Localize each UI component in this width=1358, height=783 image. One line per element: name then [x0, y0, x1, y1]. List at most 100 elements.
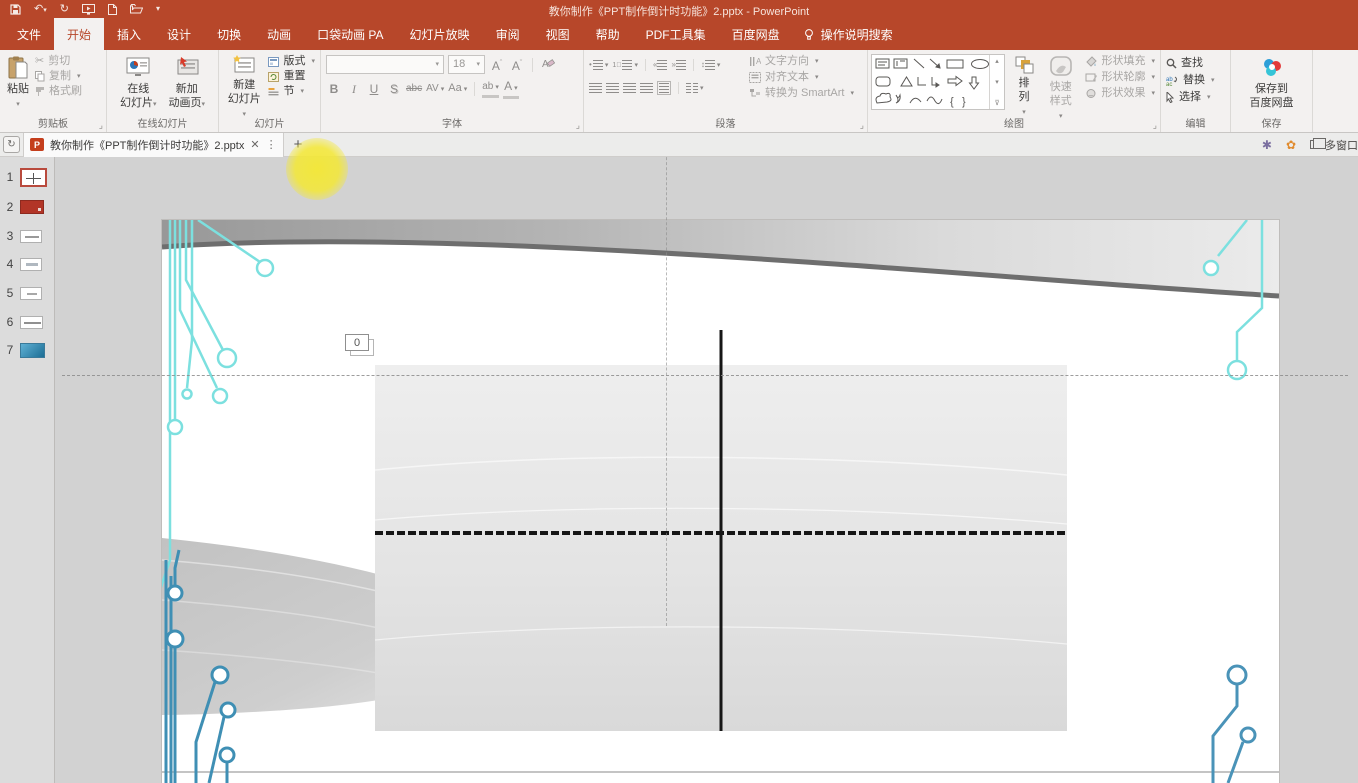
- settings-gear-icon[interactable]: ✿: [1286, 138, 1296, 152]
- shape-fill-button[interactable]: 形状填充: [1085, 56, 1155, 67]
- magic-wand-icon[interactable]: ✱: [1262, 138, 1272, 152]
- replace-button[interactable]: ab ac 替换: [1166, 75, 1225, 87]
- arrange-button[interactable]: 排列: [1010, 54, 1038, 116]
- start-slideshow-icon[interactable]: [81, 3, 95, 15]
- tab-animations[interactable]: 动画: [254, 18, 304, 50]
- justify-icon[interactable]: [640, 83, 653, 93]
- new-tab-button[interactable]: +: [284, 136, 313, 153]
- dialog-launcher-icon[interactable]: ⌟: [860, 121, 864, 130]
- tab-home[interactable]: 开始: [54, 18, 105, 50]
- tab-baidu-netdisk[interactable]: 百度网盘: [719, 18, 793, 50]
- copy-button[interactable]: 复制: [35, 71, 82, 82]
- text-shadow-button[interactable]: S: [386, 82, 402, 96]
- reset-button[interactable]: 重置: [268, 71, 315, 82]
- find-button[interactable]: 查找: [1166, 58, 1225, 69]
- horizontal-guide[interactable]: [62, 375, 1348, 376]
- decrease-font-icon[interactable]: Aˇ: [509, 57, 525, 73]
- dialog-launcher-icon[interactable]: ⌟: [576, 121, 580, 130]
- text-highlight-button[interactable]: ab: [482, 80, 499, 98]
- tab-pocket-animation[interactable]: 口袋动画 PA: [304, 18, 396, 50]
- clear-formatting-icon[interactable]: A: [540, 57, 556, 72]
- new-animation-page-button[interactable]: 新加 动画页: [165, 54, 210, 116]
- undo-icon[interactable]: ↶▾: [34, 3, 47, 15]
- tab-design[interactable]: 设计: [154, 18, 204, 50]
- tab-pdf-tools[interactable]: PDF工具集: [633, 18, 719, 50]
- italic-button[interactable]: I: [346, 82, 362, 96]
- tab-file[interactable]: 文件: [4, 18, 54, 50]
- multi-window-button[interactable]: 多窗口: [1310, 137, 1358, 153]
- slide-thumbnail-6[interactable]: 6: [0, 310, 55, 334]
- gallery-scroll-down-icon[interactable]: ▾: [995, 78, 999, 86]
- line-spacing-icon[interactable]: ↕: [701, 60, 721, 70]
- save-icon[interactable]: [10, 3, 21, 15]
- online-slide-button[interactable]: 在线 幻灯片: [116, 54, 161, 116]
- bullets-icon[interactable]: •: [589, 60, 608, 70]
- format-painter-button[interactable]: 格式刷: [35, 86, 82, 97]
- thumbnail-image: [20, 200, 44, 214]
- new-slide-button[interactable]: 新建 幻灯片: [222, 54, 266, 119]
- save-to-netdisk-button[interactable]: 保存到 百度网盘: [1246, 54, 1298, 116]
- increase-font-icon[interactable]: Aˆ: [489, 57, 505, 73]
- redo-icon[interactable]: ↻: [60, 3, 69, 15]
- cut-button[interactable]: ✂ 剪切: [35, 56, 82, 67]
- align-center-icon[interactable]: [606, 83, 619, 93]
- columns-icon[interactable]: [686, 83, 704, 93]
- numbering-icon[interactable]: 1⃬: [612, 60, 638, 70]
- close-tab-icon[interactable]: ✕: [250, 138, 259, 151]
- underline-button[interactable]: U: [366, 82, 382, 96]
- decrease-indent-icon[interactable]: «: [653, 60, 668, 70]
- paste-button[interactable]: 粘贴: [3, 54, 33, 116]
- tab-view[interactable]: 视图: [533, 18, 583, 50]
- section-button[interactable]: 节: [268, 86, 315, 97]
- tab-review[interactable]: 审阅: [483, 18, 533, 50]
- increase-indent-icon[interactable]: »: [671, 60, 686, 70]
- slide-thumbnail-1[interactable]: 1: [0, 165, 55, 189]
- align-right-icon[interactable]: [623, 83, 636, 93]
- shape-gallery[interactable]: { } ▴ ▾ ⊽: [871, 54, 1005, 110]
- lightbulb-icon: [804, 29, 813, 40]
- tab-insert[interactable]: 插入: [104, 18, 154, 50]
- gallery-more-icon[interactable]: ⊽: [994, 99, 999, 107]
- group-label-font: 字体: [442, 119, 462, 130]
- tell-me-search[interactable]: 操作说明搜索: [793, 18, 903, 50]
- tab-transitions[interactable]: 切换: [204, 18, 254, 50]
- shape-outline-button[interactable]: 形状轮廓: [1085, 72, 1155, 83]
- gallery-scroll-up-icon[interactable]: ▴: [995, 57, 999, 65]
- open-folder-icon[interactable]: [129, 4, 143, 14]
- tab-more-icon[interactable]: ⋮: [266, 138, 277, 151]
- dialog-launcher-icon[interactable]: ⌟: [99, 121, 103, 130]
- align-left-icon[interactable]: [589, 83, 602, 93]
- new-slide-icon: [232, 55, 256, 77]
- slide-canvas[interactable]: 0: [162, 220, 1279, 783]
- change-case-button[interactable]: Aa: [448, 81, 467, 97]
- font-size-value: 18: [453, 58, 466, 70]
- font-color-button[interactable]: A: [502, 79, 519, 99]
- strikethrough-button[interactable]: abc: [406, 82, 422, 96]
- dialog-launcher-icon[interactable]: ⌟: [1153, 121, 1157, 130]
- slide-thumbnail-5[interactable]: 5: [0, 281, 55, 305]
- slide-thumbnail-4[interactable]: 4: [0, 252, 55, 276]
- slide-thumbnail-3[interactable]: 3: [0, 224, 55, 248]
- bold-button[interactable]: B: [326, 82, 342, 96]
- tab-help[interactable]: 帮助: [583, 18, 633, 50]
- character-spacing-button[interactable]: AV: [426, 82, 444, 97]
- tab-slideshow[interactable]: 幻灯片放映: [397, 18, 483, 50]
- convert-smartart-button[interactable]: 转换为 SmartArt: [749, 88, 854, 99]
- slide-thumbnail-2[interactable]: 2: [0, 195, 55, 219]
- font-size-combobox[interactable]: 18 ▾: [448, 55, 485, 74]
- align-text-button[interactable]: 对齐文本: [749, 72, 854, 83]
- distribute-icon[interactable]: [657, 81, 671, 95]
- shape-effects-button[interactable]: 形状效果: [1085, 88, 1155, 99]
- session-history-icon[interactable]: ↻: [3, 136, 20, 153]
- layout-button[interactable]: 版式: [268, 56, 315, 67]
- document-tab[interactable]: P 教你制作《PPT制作倒计时功能》2.pptx ✕ ⋮: [23, 132, 284, 157]
- slide-thumbnail-7[interactable]: 7: [0, 338, 55, 362]
- select-button[interactable]: 选择: [1166, 92, 1225, 103]
- customize-qat-icon[interactable]: ▾: [156, 5, 160, 13]
- new-document-icon[interactable]: [107, 3, 117, 15]
- font-name-combobox[interactable]: ▾: [326, 55, 444, 74]
- zero-textbox[interactable]: 0: [345, 334, 369, 351]
- thumbnail-image: [20, 315, 43, 329]
- quick-styles-button[interactable]: 快速样式: [1043, 54, 1078, 116]
- text-direction-button[interactable]: A 文字方向: [749, 56, 854, 67]
